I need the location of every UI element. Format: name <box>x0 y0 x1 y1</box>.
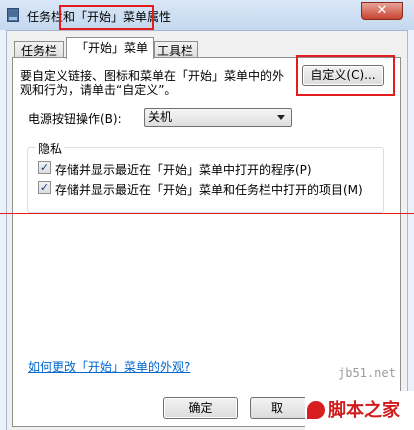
annotation-line <box>0 213 414 214</box>
site-logo-icon <box>307 401 325 419</box>
watermark-brand-text: 脚本之家 <box>328 400 400 421</box>
power-button-select[interactable]: 关机 <box>144 108 292 127</box>
chevron-down-icon <box>277 115 285 120</box>
power-button-value: 关机 <box>148 110 173 124</box>
watermark-brand: 脚本之家 <box>305 391 414 430</box>
title-bar: 任务栏和「开始」菜单属性 ✕ <box>0 0 414 30</box>
close-button[interactable]: ✕ <box>361 2 403 20</box>
help-link[interactable]: 如何更改「开始」菜单的外观? <box>28 358 190 375</box>
ok-button[interactable]: 确定 <box>163 397 238 419</box>
customize-description: 要自定义链接、图标和菜单在「开始」菜单中的外观和行为，请单击“自定义”。 <box>20 69 285 97</box>
privacy-group <box>27 147 384 213</box>
taskbar-properties-icon <box>7 8 19 22</box>
recent-programs-label: 存储并显示最近在「开始」菜单中打开的程序(P) <box>55 163 312 177</box>
tab-start-menu[interactable]: 「开始」菜单 <box>66 37 154 59</box>
recent-items-checkbox[interactable]: ✓ <box>38 181 51 194</box>
recent-items-label: 存储并显示最近在「开始」菜单和任务栏中打开的项目(M) <box>55 183 363 197</box>
window-title: 任务栏和「开始」菜单属性 <box>27 10 172 24</box>
watermark-site: jb51.net <box>338 366 396 380</box>
power-button-label: 电源按钮操作(B): <box>28 112 122 126</box>
privacy-legend: 隐私 <box>36 140 65 157</box>
recent-programs-checkbox[interactable]: ✓ <box>38 161 51 174</box>
customize-button[interactable]: 自定义(C)... <box>302 65 384 86</box>
